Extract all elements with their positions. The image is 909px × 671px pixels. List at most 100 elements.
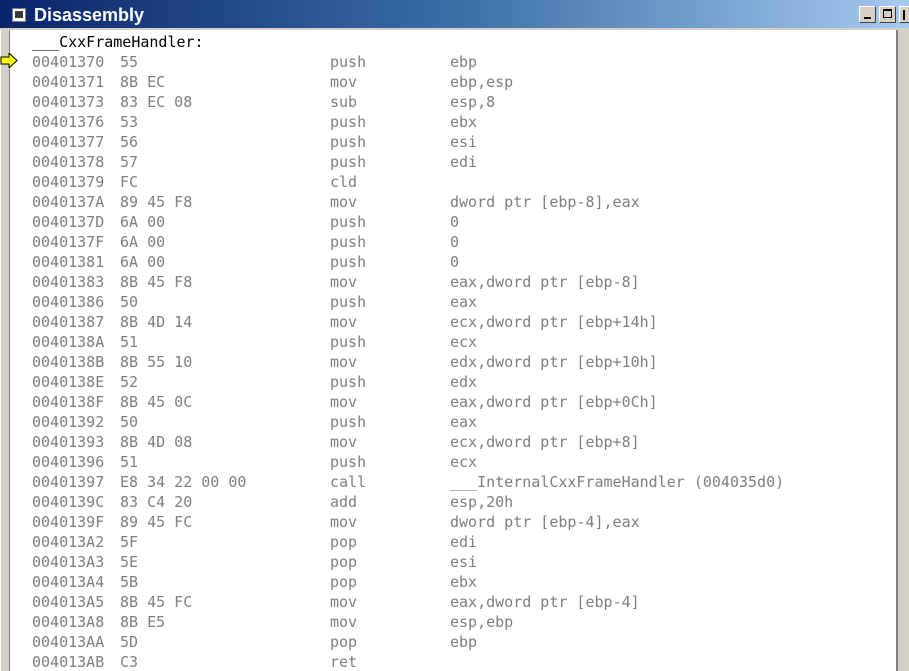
instruction-mnemonic: pop bbox=[330, 633, 358, 651]
instruction-bytes: 8B EC bbox=[120, 73, 166, 91]
minimize-button[interactable] bbox=[859, 6, 876, 23]
instruction-operands: ebx bbox=[450, 573, 478, 591]
instruction-address: 00401383 bbox=[32, 273, 105, 291]
disassembly-line[interactable]: 00401377 56 push esi bbox=[10, 132, 896, 152]
disassembly-listing[interactable]: ___CxxFrameHandler: 00401370 55 push ebp 004… bbox=[10, 30, 896, 671]
disassembly-line[interactable]: 00401392 50 push eax bbox=[10, 412, 896, 432]
disassembly-line[interactable]: 00401393 8B 4D 08 mov ecx,dword ptr [ebp+8] bbox=[10, 432, 896, 452]
disassembly-line[interactable]: 00401387 8B 4D 14 mov ecx,dword ptr [ebp+14… bbox=[10, 312, 896, 332]
instruction-mnemonic: ret bbox=[330, 653, 358, 671]
instruction-address: 00401386 bbox=[32, 293, 105, 311]
disassembly-line[interactable]: 00401379 FC cld bbox=[10, 172, 896, 192]
instruction-operands: 0 bbox=[450, 213, 460, 231]
instruction-mnemonic: mov bbox=[330, 353, 358, 371]
instruction-bytes: 56 bbox=[120, 133, 139, 151]
instruction-bytes: 83 EC 08 bbox=[120, 93, 193, 111]
title-bar[interactable]: Disassembly bbox=[0, 0, 909, 30]
disassembly-line[interactable]: 004013A3 5E pop esi bbox=[10, 552, 896, 572]
instruction-bytes: 51 bbox=[120, 453, 139, 471]
disassembly-line[interactable]: 004013A8 8B E5 mov esp,ebp bbox=[10, 612, 896, 632]
disassembly-line[interactable]: 00401373 83 EC 08 sub esp,8 bbox=[10, 92, 896, 112]
instruction-operands: edi bbox=[450, 533, 478, 551]
instruction-bytes: 6A 00 bbox=[120, 213, 166, 231]
instruction-operands: eax,dword ptr [ebp-8] bbox=[450, 273, 640, 291]
instruction-address: 004013AB bbox=[32, 653, 105, 671]
instruction-operands: eax bbox=[450, 413, 478, 431]
disassembly-line[interactable]: 004013A5 8B 45 FC mov eax,dword ptr [ebp-4] bbox=[10, 592, 896, 612]
instruction-bytes: 50 bbox=[120, 293, 139, 311]
disassembly-window-icon[interactable] bbox=[12, 8, 26, 22]
instruction-mnemonic: pop bbox=[330, 533, 358, 551]
close-button[interactable] bbox=[899, 6, 909, 23]
instruction-bytes: 52 bbox=[120, 373, 139, 391]
instruction-bytes: 8B 4D 08 bbox=[120, 433, 193, 451]
instruction-address: 0040138F bbox=[32, 393, 105, 411]
disassembly-line[interactable]: 004013A4 5B pop ebx bbox=[10, 572, 896, 592]
instruction-address: 00401387 bbox=[32, 313, 105, 331]
instruction-mnemonic: push bbox=[330, 153, 367, 171]
disassembly-line[interactable]: 00401397 E8 34 22 00 00 call ___InternalCxx… bbox=[10, 472, 896, 492]
instruction-bytes: C3 bbox=[120, 653, 139, 671]
instruction-address: 0040137F bbox=[32, 233, 105, 251]
instruction-bytes: FC bbox=[120, 173, 139, 191]
instruction-bytes: 55 bbox=[120, 53, 139, 71]
instruction-address: 00401381 bbox=[32, 253, 105, 271]
disassembly-line[interactable]: 0040137D 6A 00 push 0 bbox=[10, 212, 896, 232]
disassembly-line[interactable]: 0040138B 8B 55 10 mov edx,dword ptr [ebp+10… bbox=[10, 352, 896, 372]
disassembly-line[interactable]: 0040139C 83 C4 20 add esp,20h bbox=[10, 492, 896, 512]
disassembly-line[interactable]: 0040137F 6A 00 push 0 bbox=[10, 232, 896, 252]
instruction-operands: 0 bbox=[450, 233, 460, 251]
instruction-bytes: 51 bbox=[120, 333, 139, 351]
disassembly-line[interactable]: 00401396 51 push ecx bbox=[10, 452, 896, 472]
disassembly-line[interactable]: 0040138F 8B 45 0C mov eax,dword ptr [ebp+0C… bbox=[10, 392, 896, 412]
disassembly-window: Disassembly ___CxxFrameHandler: 00401370… bbox=[0, 0, 909, 671]
instruction-bytes: 5D bbox=[120, 633, 139, 651]
instruction-operands: eax bbox=[450, 293, 478, 311]
instruction-address: 00401378 bbox=[32, 153, 105, 171]
maximize-button[interactable] bbox=[879, 6, 896, 23]
instruction-address: 004013A8 bbox=[32, 613, 105, 631]
disassembly-line[interactable]: 00401371 8B EC mov ebp,esp bbox=[10, 72, 896, 92]
instruction-mnemonic: push bbox=[330, 53, 367, 71]
disassembly-line[interactable]: 00401381 6A 00 push 0 bbox=[10, 252, 896, 272]
instruction-operands: eax,dword ptr [ebp-4] bbox=[450, 593, 640, 611]
disassembly-line[interactable]: 00401383 8B 45 F8 mov eax,dword ptr [ebp-8] bbox=[10, 272, 896, 292]
instruction-mnemonic: push bbox=[330, 333, 367, 351]
instruction-mnemonic: push bbox=[330, 213, 367, 231]
instruction-mnemonic: call bbox=[330, 473, 367, 491]
instruction-operands: ecx bbox=[450, 453, 478, 471]
instruction-bytes: 8B 4D 14 bbox=[120, 313, 193, 331]
instruction-address: 00401373 bbox=[32, 93, 105, 111]
disassembly-line[interactable]: 004013AA 5D pop ebp bbox=[10, 632, 896, 652]
disassembly-line[interactable]: 00401378 57 push edi bbox=[10, 152, 896, 172]
instruction-mnemonic: mov bbox=[330, 73, 358, 91]
instruction-mnemonic: pop bbox=[330, 553, 358, 571]
disassembly-line[interactable]: 004013A2 5F pop edi bbox=[10, 532, 896, 552]
instruction-mnemonic: pop bbox=[330, 573, 358, 591]
disassembly-line[interactable]: 0040139F 89 45 FC mov dword ptr [ebp-4],eax bbox=[10, 512, 896, 532]
disassembly-line[interactable]: 004013AB C3 ret bbox=[10, 652, 896, 671]
disassembly-line[interactable]: 0040137A 89 45 F8 mov dword ptr [ebp-8],eax bbox=[10, 192, 896, 212]
instruction-address: 004013A5 bbox=[32, 593, 105, 611]
instruction-address: 004013AA bbox=[32, 633, 105, 651]
instruction-operands: edx bbox=[450, 373, 478, 391]
instruction-address: 00401376 bbox=[32, 113, 105, 131]
current-instruction-arrow-icon bbox=[0, 53, 18, 68]
disassembly-line[interactable]: 00401386 50 push eax bbox=[10, 292, 896, 312]
disassembly-line[interactable]: 0040138A 51 push ecx bbox=[10, 332, 896, 352]
instruction-bytes: 8B 45 0C bbox=[120, 393, 193, 411]
instruction-bytes: E8 34 22 00 00 bbox=[120, 473, 247, 491]
instruction-operands: esp,8 bbox=[450, 93, 496, 111]
window-frame-right bbox=[896, 30, 909, 671]
disassembly-line[interactable]: 00401376 53 push ebx bbox=[10, 112, 896, 132]
disassembly-line[interactable]: 00401370 55 push ebp bbox=[10, 52, 896, 72]
breakpoint-margin[interactable] bbox=[0, 30, 10, 671]
function-label: ___CxxFrameHandler: bbox=[32, 33, 204, 51]
instruction-mnemonic: push bbox=[330, 113, 367, 131]
instruction-address: 0040137A bbox=[32, 193, 105, 211]
instruction-address: 00401377 bbox=[32, 133, 105, 151]
instruction-address: 0040139F bbox=[32, 513, 105, 531]
instruction-mnemonic: push bbox=[330, 253, 367, 271]
instruction-mnemonic: mov bbox=[330, 193, 358, 211]
disassembly-line[interactable]: 0040138E 52 push edx bbox=[10, 372, 896, 392]
